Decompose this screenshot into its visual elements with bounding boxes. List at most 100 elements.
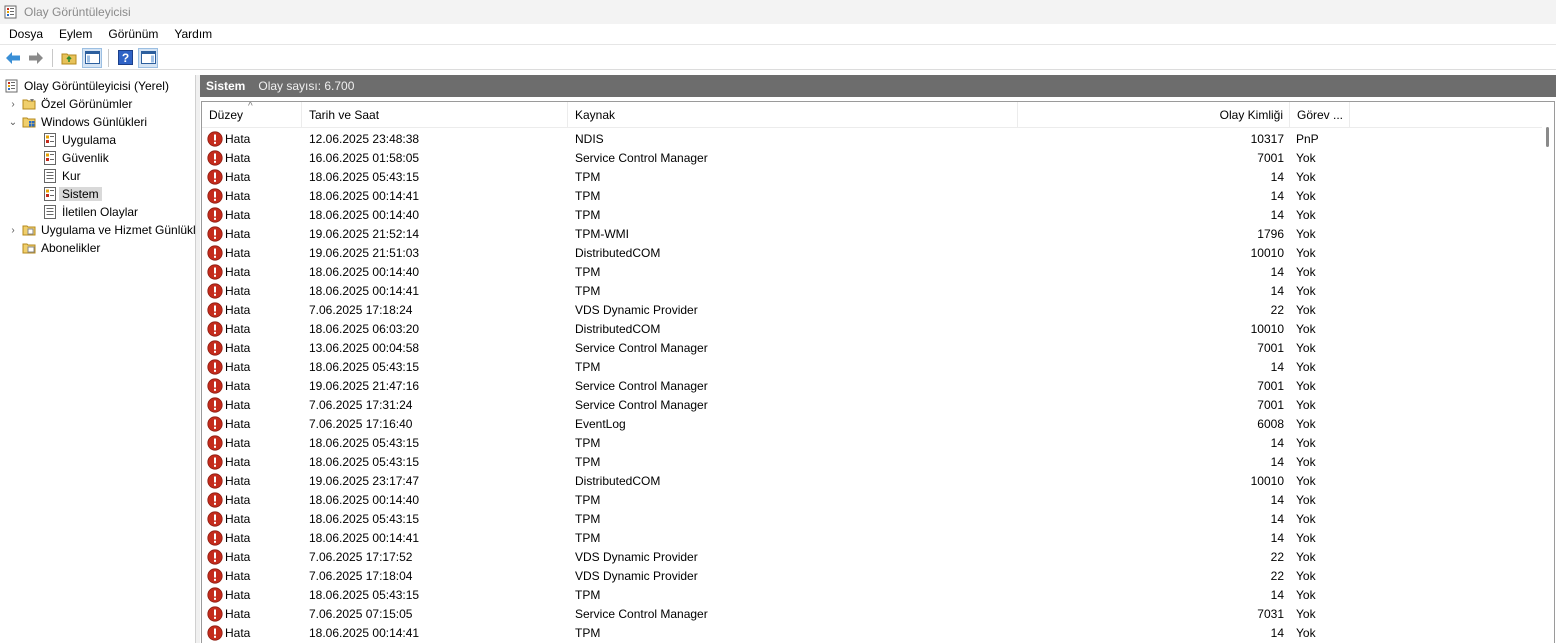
cell-task: Yok — [1296, 492, 1316, 507]
table-row[interactable]: Hata 7.06.2025 17:31:24 Service Control Ma… — [202, 395, 1542, 414]
back-arrow-icon[interactable] — [3, 48, 23, 68]
tree-item-windows-logs[interactable]: ⌄ Windows Günlükleri — [8, 113, 147, 131]
cell-event-id: 14 — [1270, 207, 1284, 222]
cell-date: 18.06.2025 05:43:15 — [309, 169, 420, 184]
table-row[interactable]: Hata 18.06.2025 05:43:15 TPM 14 Yok — [202, 433, 1542, 452]
column-header-task[interactable]: Görev ... — [1290, 102, 1350, 128]
cell-source: VDS Dynamic Provider — [575, 302, 698, 317]
table-row[interactable]: Hata 18.06.2025 05:43:15 TPM 14 Yok — [202, 357, 1542, 376]
chevron-right-icon[interactable]: › — [8, 99, 18, 110]
cell-level: Hata — [202, 415, 302, 432]
table-row[interactable]: Hata 18.06.2025 00:14:41 TPM 14 Yok — [202, 623, 1542, 642]
table-row[interactable]: Hata 13.06.2025 00:04:58 Service Control M… — [202, 338, 1542, 357]
cell-task: Yok — [1296, 302, 1316, 317]
error-icon — [207, 168, 223, 185]
cell-source: TPM — [575, 169, 601, 184]
cell-date: 18.06.2025 05:43:15 — [309, 435, 420, 450]
cell-task: Yok — [1296, 359, 1316, 374]
cell-date: 18.06.2025 00:14:40 — [309, 207, 420, 222]
cell-date: 19.06.2025 21:52:14 — [309, 226, 420, 241]
cell-date: 18.06.2025 00:14:41 — [309, 530, 420, 545]
cell-event-id: 14 — [1270, 587, 1284, 602]
column-header-source[interactable]: Kaynak — [568, 102, 1018, 128]
tree-item-app-services-logs[interactable]: › Uygulama ve Hizmet Günlükleri — [8, 221, 195, 239]
folder-up-icon[interactable] — [59, 48, 79, 68]
window-title: Olay Görüntüleyicisi — [24, 5, 131, 19]
cell-source: Service Control Manager — [575, 397, 708, 412]
level-text: Hata — [225, 416, 251, 431]
vertical-scrollbar[interactable] — [1542, 102, 1554, 643]
show-hide-action-pane-icon[interactable] — [138, 47, 158, 68]
cell-date: 18.06.2025 00:14:41 — [309, 188, 420, 203]
table-row[interactable]: Hata 18.06.2025 00:14:41 TPM 14 Yok — [202, 186, 1542, 205]
cell-source: TPM — [575, 359, 601, 374]
table-row[interactable]: Hata 18.06.2025 05:43:15 TPM 14 Yok — [202, 167, 1542, 186]
chevron-right-icon[interactable]: › — [8, 225, 18, 236]
table-row[interactable]: Hata 18.06.2025 00:14:41 TPM 14 Yok — [202, 281, 1542, 300]
table-row[interactable]: Hata 18.06.2025 00:14:40 TPM 14 Yok — [202, 205, 1542, 224]
level-text: Hata — [225, 245, 251, 260]
table-row[interactable]: Hata 18.06.2025 00:14:40 TPM 14 Yok — [202, 262, 1542, 281]
cell-task: Yok — [1296, 473, 1316, 488]
cell-task: Yok — [1296, 549, 1316, 564]
cell-event-id: 14 — [1270, 435, 1284, 450]
table-row[interactable]: Hata 18.06.2025 00:14:41 TPM 14 Yok — [202, 528, 1542, 547]
table-row[interactable]: Hata 18.06.2025 05:43:15 TPM 14 Yok — [202, 509, 1542, 528]
help-icon[interactable]: ? — [115, 48, 135, 68]
tree-item-forwarded-events[interactable]: İletilen Olaylar — [43, 203, 138, 221]
tree-item-setup[interactable]: Kur — [43, 167, 81, 185]
menu-action[interactable]: Eylem — [51, 24, 100, 44]
error-icon — [207, 282, 223, 299]
error-icon — [207, 320, 223, 337]
table-row[interactable]: Hata 19.06.2025 21:52:14 TPM-WMI 1796 Yok — [202, 224, 1542, 243]
table-row[interactable]: Hata 7.06.2025 17:17:52 VDS Dynamic Provid… — [202, 547, 1542, 566]
column-label: Görev ... — [1297, 108, 1344, 122]
column-header-date[interactable]: Tarih ve Saat — [302, 102, 568, 128]
table-row[interactable]: Hata 7.06.2025 17:18:24 VDS Dynamic Provid… — [202, 300, 1542, 319]
table-row[interactable]: Hata 19.06.2025 21:47:16 Service Control M… — [202, 376, 1542, 395]
table-row[interactable]: Hata 7.06.2025 07:15:05 Service Control Ma… — [202, 604, 1542, 623]
error-icon — [207, 263, 223, 280]
show-hide-tree-icon[interactable] — [82, 47, 102, 68]
table-row[interactable]: Hata 18.06.2025 05:43:15 TPM 14 Yok — [202, 452, 1542, 471]
column-label: Olay Kimliği — [1219, 108, 1283, 122]
cell-event-id: 7001 — [1257, 378, 1284, 393]
tree-item-root[interactable]: Olay Görüntüleyicisi (Yerel) — [5, 77, 169, 95]
table-row[interactable]: Hata 18.06.2025 00:14:40 TPM 14 Yok — [202, 490, 1542, 509]
level-text: Hata — [225, 359, 251, 374]
cell-level: Hata — [202, 472, 302, 489]
event-count: Olay sayısı: 6.700 — [258, 79, 355, 93]
menu-file[interactable]: Dosya — [0, 24, 51, 44]
column-header-level[interactable]: ^ Düzey — [202, 102, 302, 128]
table-row[interactable]: Hata 18.06.2025 05:43:15 TPM 14 Yok — [202, 585, 1542, 604]
table-row[interactable]: Hata 7.06.2025 17:18:04 VDS Dynamic Provid… — [202, 566, 1542, 585]
tree-item-system[interactable]: Sistem — [43, 185, 102, 203]
column-header-event-id[interactable]: Olay Kimliği — [1018, 102, 1290, 128]
table-row[interactable]: Hata 7.06.2025 17:16:40 EventLog 6008 Yok — [202, 414, 1542, 433]
chevron-down-icon[interactable]: ⌄ — [8, 117, 18, 128]
table-row[interactable]: Hata 18.06.2025 06:03:20 DistributedCOM 100… — [202, 319, 1542, 338]
column-label: Tarih ve Saat — [309, 108, 380, 122]
cell-event-id: 6008 — [1257, 416, 1284, 431]
table-row[interactable]: Hata 19.06.2025 23:17:47 DistributedCOM 100… — [202, 471, 1542, 490]
cell-date: 12.06.2025 23:48:38 — [309, 131, 420, 146]
svg-text:?: ? — [121, 51, 128, 65]
cell-event-id: 7001 — [1257, 397, 1284, 412]
table-row[interactable]: Hata 19.06.2025 21:51:03 DistributedCOM 100… — [202, 243, 1542, 262]
cell-task: Yok — [1296, 169, 1316, 184]
scrollbar-thumb[interactable] — [1546, 127, 1549, 147]
tree-item-subscriptions[interactable]: Abonelikler — [22, 239, 100, 257]
forward-arrow-icon[interactable] — [26, 48, 46, 68]
tree-item-security[interactable]: Güvenlik — [43, 149, 109, 167]
tree-item-custom-views[interactable]: › Özel Görünümler — [8, 95, 132, 113]
cell-event-id: 7001 — [1257, 150, 1284, 165]
cell-event-id: 22 — [1270, 549, 1284, 564]
menu-help[interactable]: Yardım — [166, 24, 220, 44]
cell-level: Hata — [202, 149, 302, 166]
menu-view[interactable]: Görünüm — [100, 24, 166, 44]
cell-event-id: 14 — [1270, 359, 1284, 374]
cell-date: 18.06.2025 00:14:41 — [309, 283, 420, 298]
table-row[interactable]: Hata 16.06.2025 01:58:05 Service Control M… — [202, 148, 1542, 167]
table-row[interactable]: Hata 12.06.2025 23:48:38 NDIS 10317 PnP — [202, 129, 1542, 148]
tree-item-application[interactable]: Uygulama — [43, 131, 116, 149]
